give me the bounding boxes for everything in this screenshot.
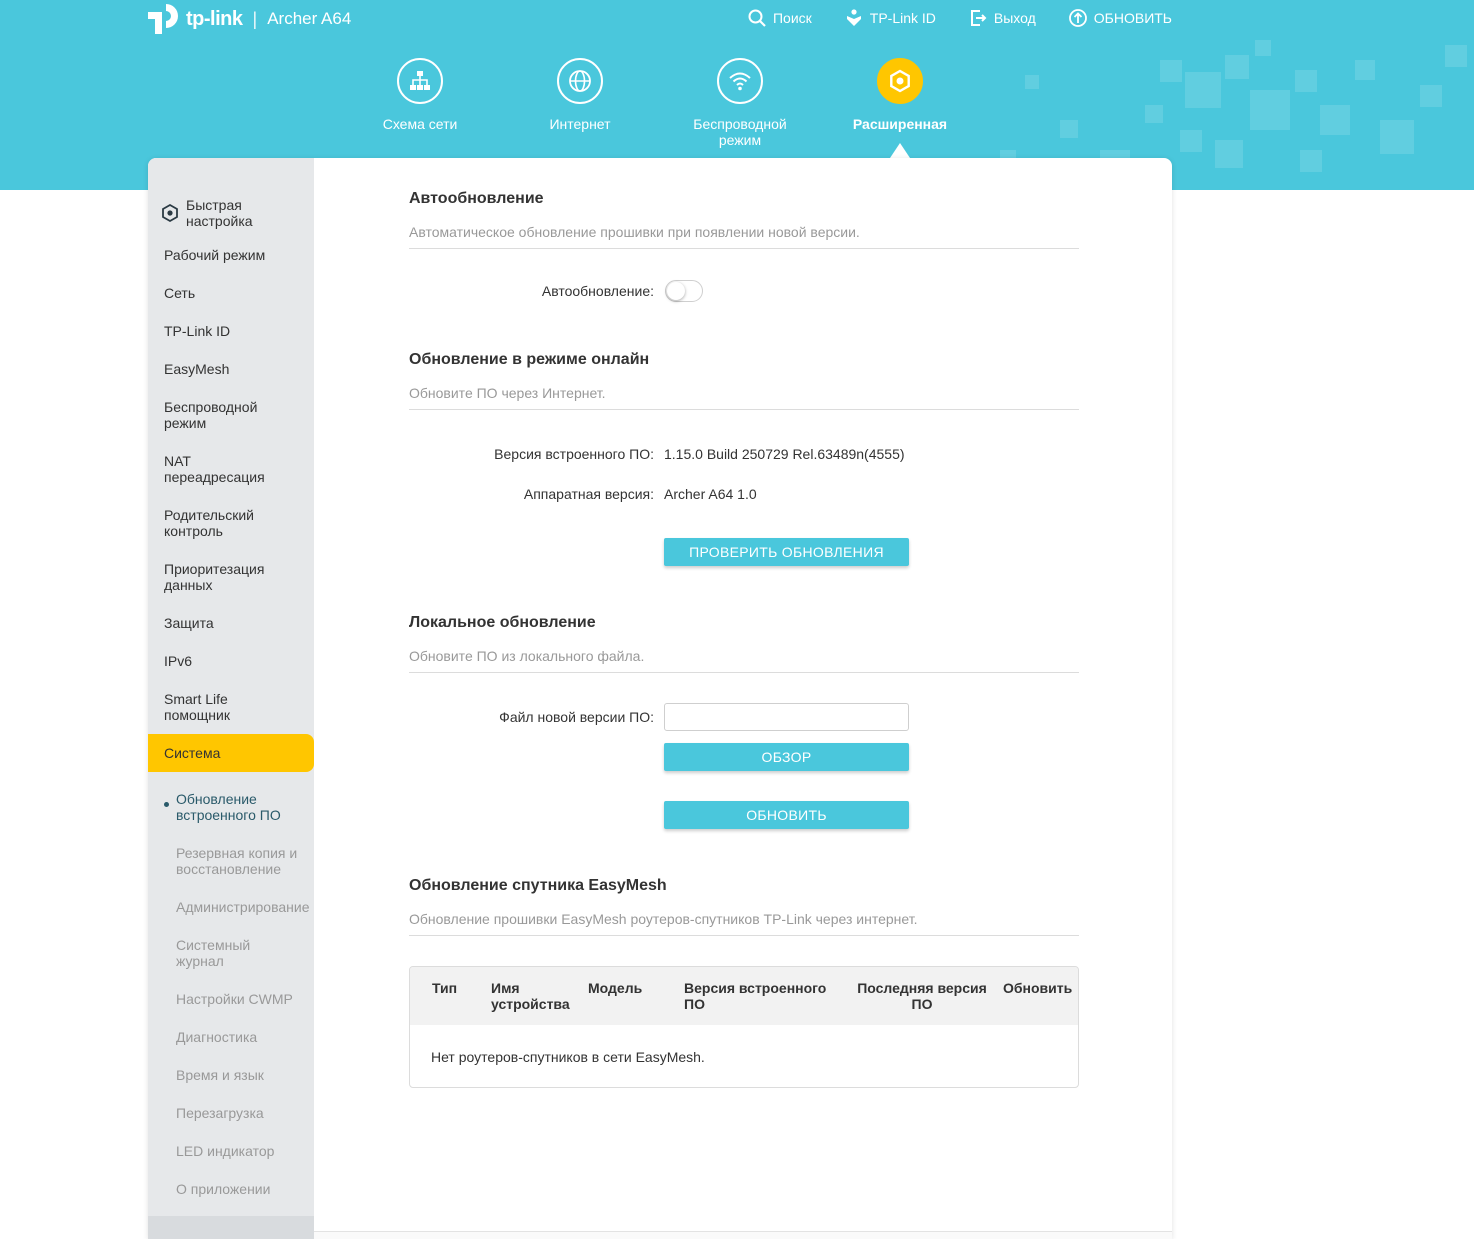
tplink-logo-icon — [148, 2, 182, 36]
tab-network-map[interactable]: Схема сети — [340, 58, 500, 148]
section-title-online-update: Обновление в режиме онлайн — [409, 351, 650, 368]
network-map-icon — [397, 58, 443, 104]
tab-wireless[interactable]: Беспроводной режим — [660, 58, 820, 148]
sidebar-item-qos[interactable]: Приоритезация данных — [148, 550, 314, 604]
sidebar-item-tplink-id[interactable]: TP-Link ID — [148, 312, 314, 350]
column-type: Тип — [432, 980, 458, 996]
active-tab-indicator — [890, 143, 910, 158]
search-button[interactable]: Поиск — [747, 6, 812, 30]
brand-name: tp-link — [186, 7, 243, 30]
sidebar-item-system[interactable]: Система — [148, 734, 314, 772]
main-panel: Быстрая настройка Рабочий режим Сеть TP-… — [148, 158, 1172, 1239]
sidebar-item-ipv6[interactable]: IPv6 — [148, 642, 314, 680]
auto-update-label: Автообновление: — [541, 283, 654, 299]
tab-advanced[interactable]: Расширенная — [820, 58, 980, 148]
logout-icon — [970, 10, 987, 26]
sidebar-subitem-about[interactable]: О приложении — [148, 1170, 314, 1208]
hardware-version-label: Аппаратная версия: — [523, 486, 654, 502]
sidebar-subitem-reboot[interactable]: Перезагрузка — [148, 1094, 314, 1132]
quick-setup-icon — [162, 203, 178, 223]
model-name: Archer A64 — [267, 9, 352, 28]
sidebar-item-smart-life[interactable]: Smart Life помощник — [148, 680, 314, 734]
firmware-version-label: Версия встроенного ПО: — [494, 446, 654, 462]
section-title-local-update: Локальное обновление — [409, 614, 596, 631]
advanced-gear-icon — [877, 58, 923, 104]
sidebar-item-network[interactable]: Сеть — [148, 274, 314, 312]
easymesh-satellites-table: Тип Имя устройства Модель Версия встроен… — [409, 966, 1079, 1088]
sidebar-item-easymesh[interactable]: EasyMesh — [148, 350, 314, 388]
search-icon — [748, 9, 766, 27]
hardware-version-value: Archer A64 1.0 — [664, 486, 757, 502]
section-title-easymesh: Обновление спутника EasyMesh — [409, 877, 667, 894]
update-button[interactable]: ОБНОВИТЬ — [1068, 6, 1172, 30]
firmware-file-input[interactable] — [664, 703, 909, 731]
sidebar-subitem-system-log[interactable]: Системный журнал — [148, 926, 314, 980]
section-desc-local-update: Обновите ПО из локального файла. — [409, 648, 645, 664]
sidebar: Быстрая настройка Рабочий режим Сеть TP-… — [148, 158, 314, 1239]
update-icon — [1068, 9, 1087, 27]
sidebar-item-quick-setup[interactable]: Быстрая настройка — [148, 192, 314, 234]
section-title-auto-update: Автообновление — [409, 190, 544, 207]
sidebar-subitem-cwmp[interactable]: Настройки CWMP — [148, 980, 314, 1018]
logout-button[interactable]: Выход — [968, 6, 1036, 30]
local-update-button[interactable]: ОБНОВИТЬ — [664, 801, 909, 829]
firmware-version-value: 1.15.0 Build 250729 Rel.63489n(4555) — [664, 446, 905, 462]
wifi-icon — [717, 58, 763, 104]
section-desc-auto-update: Автоматическое обновление прошивки при п… — [409, 224, 860, 240]
sidebar-subitem-administration[interactable]: Администрирование — [148, 888, 314, 926]
sidebar-subitem-firmware-update[interactable]: Обновление встроенного ПО — [148, 780, 314, 834]
top-nav: Поиск TP-Link ID Выход ОБНОВИТЬ — [747, 6, 1172, 30]
table-header: Тип Имя устройства Модель Версия встроен… — [410, 967, 1078, 1025]
section-desc-online-update: Обновите ПО через Интернет. — [409, 385, 606, 401]
auto-update-toggle[interactable] — [665, 280, 703, 302]
sidebar-subitem-time-language[interactable]: Время и язык — [148, 1056, 314, 1094]
section-desc-easymesh: Обновление прошивки EasyMesh роутеров-сп… — [409, 911, 918, 927]
firmware-file-label: Файл новой версии ПО: — [499, 709, 654, 725]
browse-button[interactable]: ОБЗОР — [664, 743, 909, 771]
sidebar-subitem-led[interactable]: LED индикатор — [148, 1132, 314, 1170]
table-empty-message: Нет роутеров-спутников в сети EasyMesh. — [431, 1049, 705, 1065]
sidebar-subitem-backup[interactable]: Резервная копия и восстановление — [148, 834, 314, 888]
sidebar-item-operation-mode[interactable]: Рабочий режим — [148, 236, 314, 274]
main-tabs: Схема сети Интернет Беспроводной режим Р… — [340, 58, 980, 148]
sidebar-item-security[interactable]: Защита — [148, 604, 314, 642]
sidebar-item-nat[interactable]: NAT переадресация — [148, 442, 314, 496]
check-updates-button[interactable]: ПРОВЕРИТЬ ОБНОВЛЕНИЯ — [664, 538, 909, 566]
sidebar-item-wireless[interactable]: Беспроводной режим — [148, 388, 314, 442]
sidebar-item-parental-control[interactable]: Родительский контроль — [148, 496, 314, 550]
sidebar-subitem-diagnostics[interactable]: Диагностика — [148, 1018, 314, 1056]
tplink-id-button[interactable]: TP-Link ID — [844, 6, 936, 30]
brand-logo: tp-link | Archer A64 — [148, 0, 351, 38]
column-firmware-version: Версия встроенного ПО — [684, 980, 827, 1012]
column-model: Модель — [588, 980, 643, 996]
column-update: Обновить — [1003, 980, 1073, 996]
column-device-name: Имя устройства — [491, 980, 570, 1012]
globe-icon — [557, 58, 603, 104]
tplink-id-icon — [846, 9, 861, 26]
column-latest-version: Последняя версия ПО — [857, 980, 987, 1012]
tab-internet[interactable]: Интернет — [500, 58, 660, 148]
sidebar-submenu-system: Обновление встроенного ПО Резервная копи… — [148, 772, 314, 1208]
